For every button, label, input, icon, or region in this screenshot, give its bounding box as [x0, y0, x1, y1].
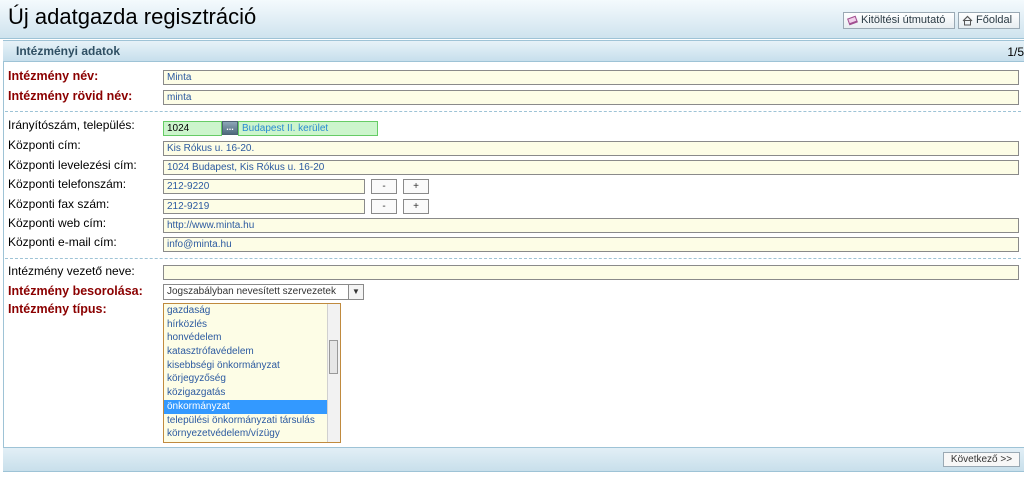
type-listbox[interactable]: gazdaság hírközlés honvédelem katasztrófavé…: [163, 303, 341, 443]
city-input[interactable]: Budapest II. kerület: [238, 121, 378, 136]
type-option[interactable]: katasztrófavédelem: [164, 345, 340, 359]
panel-title: Intézményi adatok: [16, 44, 121, 58]
help-label: Kitöltési útmutató: [861, 14, 946, 26]
page-counter: 1/5: [1007, 45, 1024, 59]
name-input[interactable]: Minta: [163, 70, 1019, 85]
zip-city-label: Irányítószám, település:: [8, 118, 135, 132]
classification-select[interactable]: Jogszabályban nevesített szervezetek ▼: [163, 284, 364, 300]
type-option[interactable]: önkormányzat: [164, 399, 340, 414]
type-option[interactable]: kisebbségi önkormányzat: [164, 359, 340, 373]
phone-add-button[interactable]: +: [403, 179, 429, 194]
header-bar: Új adatgazda regisztráció Kitöltési útmu…: [0, 0, 1024, 39]
city-lookup-button[interactable]: ...: [222, 121, 238, 135]
classification-value: Jogszabályban nevesített szervezetek: [167, 286, 336, 297]
mail-address-input[interactable]: 1024 Budapest, Kis Rókus u. 16-20: [163, 160, 1019, 175]
fax-input[interactable]: 212-9219: [163, 199, 365, 214]
type-label: Intézmény típus:: [8, 302, 107, 316]
panel-header: Intézményi adatok 1/5: [3, 40, 1024, 62]
type-option[interactable]: honvédelem: [164, 331, 340, 345]
help-button[interactable]: Kitöltési útmutató: [843, 12, 955, 29]
leader-label: Intézmény vezető neve:: [8, 264, 135, 278]
web-label: Központi web cím:: [8, 216, 107, 230]
type-option[interactable]: hírközlés: [164, 318, 340, 332]
type-option[interactable]: körjegyzőség: [164, 372, 340, 386]
name-label: Intézmény név:: [8, 69, 99, 83]
zip-input[interactable]: 1024: [163, 121, 222, 136]
email-input[interactable]: info@minta.hu: [163, 237, 1019, 252]
phone-input[interactable]: 212-9220: [163, 179, 365, 194]
footer-bar: [3, 447, 1024, 472]
short-name-input[interactable]: minta: [163, 90, 1019, 105]
type-option[interactable]: közigazgatás: [164, 386, 340, 400]
type-option[interactable]: települési önkormányzati társulás: [164, 414, 340, 428]
email-label: Központi e-mail cím:: [8, 235, 117, 249]
page-title: Új adatgazda regisztráció: [8, 4, 257, 29]
type-list: gazdaság hírközlés honvédelem katasztrófavé…: [164, 304, 340, 441]
fax-label: Központi fax szám:: [8, 197, 110, 211]
fax-remove-button[interactable]: -: [371, 199, 397, 214]
address-label: Központi cím:: [8, 138, 81, 152]
home-icon: [962, 15, 973, 26]
home-button[interactable]: Főoldal: [958, 12, 1020, 29]
separator: [5, 258, 1021, 259]
phone-label: Központi telefonszám:: [8, 177, 127, 191]
chevron-down-icon[interactable]: ▼: [348, 285, 363, 299]
scrollbar-thumb[interactable]: [329, 340, 338, 374]
mail-address-label: Központi levelezési cím:: [8, 158, 137, 172]
classification-label: Intézmény besorolása:: [8, 284, 143, 298]
fax-add-button[interactable]: +: [403, 199, 429, 214]
next-button[interactable]: Következő >>: [943, 452, 1020, 467]
type-option[interactable]: környezetvédelem/vízügy: [164, 427, 340, 441]
home-label: Főoldal: [976, 14, 1013, 26]
phone-remove-button[interactable]: -: [371, 179, 397, 194]
type-option[interactable]: gazdaság: [164, 304, 340, 318]
scrollbar[interactable]: [327, 304, 340, 442]
web-input[interactable]: http://www.minta.hu: [163, 218, 1019, 233]
book-icon: [847, 15, 858, 26]
leader-input[interactable]: [163, 265, 1019, 280]
address-input[interactable]: Kis Rókus u. 16-20.: [163, 141, 1019, 156]
short-name-label: Intézmény rövid név:: [8, 89, 133, 103]
separator: [5, 111, 1021, 112]
